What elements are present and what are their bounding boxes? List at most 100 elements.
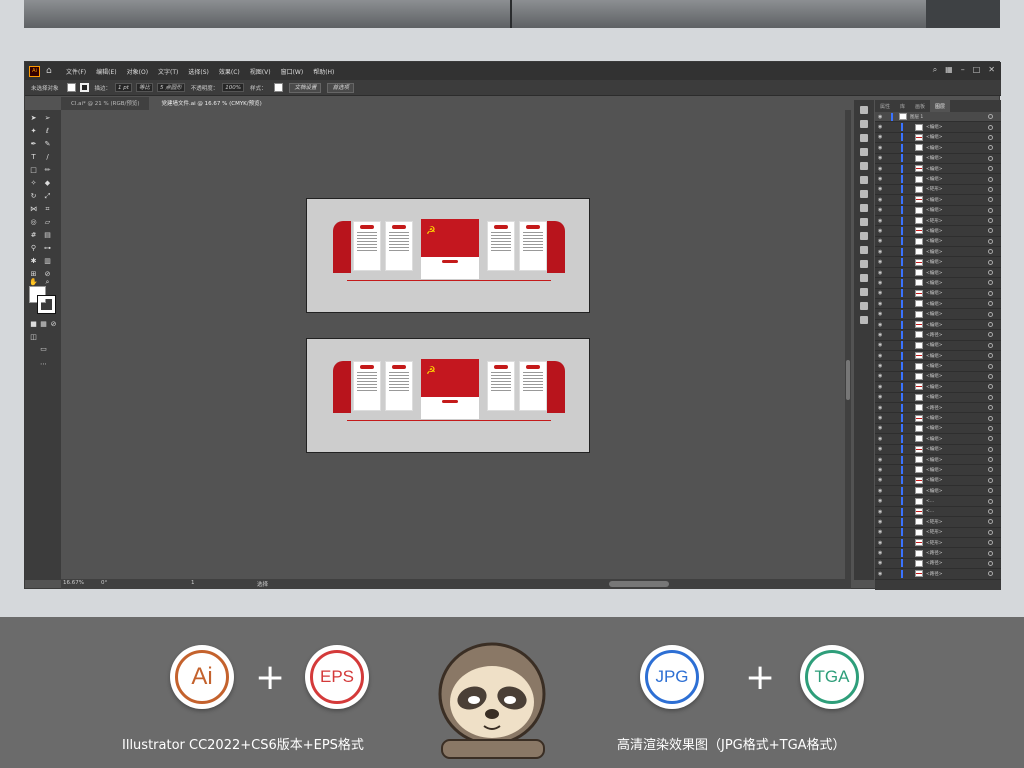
layer-name[interactable]: <编组> (926, 280, 988, 286)
screen-mode-icon[interactable]: ▭ (39, 345, 48, 354)
layer-row[interactable]: ◉ <编组> (875, 237, 1001, 248)
layer-row[interactable]: ◉ <编组> (875, 299, 1001, 310)
target-circle-icon[interactable] (988, 114, 993, 120)
target-circle-icon[interactable] (988, 436, 993, 442)
more-tools-icon[interactable]: ⋯ (39, 360, 48, 369)
visibility-eye-icon[interactable]: ◉ (878, 477, 885, 483)
artboard-1[interactable]: ☭ (306, 198, 590, 313)
visibility-eye-icon[interactable]: ◉ (878, 301, 885, 307)
gradient-panel-icon[interactable] (860, 204, 868, 212)
layer-name[interactable]: <编组> (926, 353, 988, 359)
layer-name[interactable]: <编组> (926, 467, 988, 473)
rectangle-tool-icon[interactable]: □ (29, 166, 38, 175)
line-tool-icon[interactable]: / (43, 153, 52, 162)
target-circle-icon[interactable] (988, 394, 993, 400)
width-tool-icon[interactable]: ⋈ (29, 205, 38, 214)
visibility-eye-icon[interactable]: ◉ (878, 405, 885, 411)
layer-row[interactable]: ◉ <编组> (875, 361, 1001, 372)
eraser-tool-icon[interactable]: ◆ (43, 179, 52, 188)
target-circle-icon[interactable] (988, 218, 993, 224)
layer-row[interactable]: ◉ <编组> (875, 372, 1001, 383)
layer-name[interactable]: <编组> (926, 322, 988, 328)
tab-libraries[interactable]: 库 (895, 100, 910, 112)
visibility-eye-icon[interactable]: ◉ (878, 249, 885, 255)
perspective-grid-icon[interactable]: ▱ (43, 218, 52, 227)
close-icon[interactable]: ✕ (988, 65, 995, 75)
target-circle-icon[interactable] (988, 425, 993, 431)
layer-row[interactable]: ◉ <路径> (875, 559, 1001, 570)
curvature-tool-icon[interactable]: ✎ (43, 140, 52, 149)
gradient-tool-icon[interactable]: ▤ (43, 231, 52, 240)
gradient-mode-icon[interactable]: ▦ (39, 320, 48, 329)
brush-select[interactable]: 5 点圆形 (156, 83, 185, 92)
visibility-eye-icon[interactable]: ◉ (878, 322, 885, 328)
direct-selection-tool-icon[interactable]: ➢ (43, 114, 52, 123)
visibility-eye-icon[interactable]: ◉ (878, 218, 885, 224)
target-circle-icon[interactable] (988, 363, 993, 369)
layer-name[interactable]: <路径> (926, 332, 988, 338)
pencil-tool-icon[interactable]: ✏ (43, 166, 52, 175)
zoom-field[interactable]: 16.67% (63, 580, 84, 586)
layer-name[interactable]: <矩形> (926, 186, 988, 192)
visibility-eye-icon[interactable]: ◉ (878, 207, 885, 213)
layer-name[interactable]: <编组> (926, 425, 988, 431)
layer-row[interactable]: ◉ <路径> (875, 569, 1001, 580)
menu-file[interactable]: 文件(F) (66, 67, 86, 76)
visibility-eye-icon[interactable]: ◉ (878, 467, 885, 473)
target-circle-icon[interactable] (988, 353, 993, 359)
layer-row[interactable]: ◉ <路径> (875, 403, 1001, 414)
comments-panel-icon[interactable] (860, 316, 868, 324)
brushes-panel-icon[interactable] (860, 162, 868, 170)
visibility-eye-icon[interactable]: ◉ (878, 238, 885, 244)
layer-name[interactable]: <... (926, 509, 988, 514)
layer-row[interactable]: ◉ <编组> (875, 413, 1001, 424)
visibility-eye-icon[interactable]: ◉ (878, 540, 885, 546)
visibility-eye-icon[interactable]: ◉ (878, 311, 885, 317)
layer-row[interactable]: ◉ <编组> (875, 122, 1001, 133)
layer-name[interactable]: <编组> (926, 238, 988, 244)
layer-row[interactable]: ◉ <编组> (875, 278, 1001, 289)
visibility-eye-icon[interactable]: ◉ (878, 290, 885, 296)
target-circle-icon[interactable] (988, 415, 993, 421)
visibility-eye-icon[interactable]: ◉ (878, 394, 885, 400)
visibility-eye-icon[interactable]: ◉ (878, 550, 885, 556)
target-circle-icon[interactable] (988, 311, 993, 317)
target-circle-icon[interactable] (988, 166, 993, 172)
layer-name[interactable]: <路径> (926, 405, 988, 411)
visibility-eye-icon[interactable]: ◉ (878, 259, 885, 265)
visibility-eye-icon[interactable]: ◉ (878, 332, 885, 338)
stroke-weight-field[interactable]: 1 pt (115, 83, 132, 92)
menu-effect[interactable]: 效果(C) (219, 67, 240, 76)
layer-row[interactable]: ◉ <编组> (875, 257, 1001, 268)
visibility-eye-icon[interactable]: ◉ (878, 114, 885, 120)
artboard-number-field[interactable]: 1 (191, 580, 195, 586)
visibility-eye-icon[interactable]: ◉ (878, 457, 885, 463)
color-mode-icon[interactable]: ■ (29, 320, 38, 329)
layer-name[interactable]: <编组> (926, 166, 988, 172)
eyedropper-icon[interactable]: ⚲ (29, 244, 38, 253)
layer-row[interactable]: ◉ <编组> (875, 320, 1001, 331)
layer-name[interactable]: <编组> (926, 394, 988, 400)
target-circle-icon[interactable] (988, 529, 993, 535)
target-circle-icon[interactable] (988, 550, 993, 556)
swatches-panel-icon[interactable] (860, 148, 868, 156)
fill-swatch[interactable] (66, 83, 76, 92)
visibility-eye-icon[interactable]: ◉ (878, 384, 885, 390)
menu-select[interactable]: 选择(S) (188, 67, 209, 76)
visibility-eye-icon[interactable]: ◉ (878, 373, 885, 379)
layer-row[interactable]: ◉ <编组> (875, 154, 1001, 164)
menu-type[interactable]: 文字(T) (158, 67, 178, 76)
visibility-eye-icon[interactable]: ◉ (878, 519, 885, 525)
visibility-eye-icon[interactable]: ◉ (878, 145, 885, 151)
layer-name[interactable]: <矩形> (926, 519, 988, 525)
target-circle-icon[interactable] (988, 176, 993, 182)
tab-properties[interactable]: 属性 (875, 100, 895, 112)
layer-name[interactable]: <矩形> (926, 218, 988, 224)
layer-name[interactable]: <编组> (926, 384, 988, 390)
layer-row[interactable]: ◉ <编组> (875, 206, 1001, 216)
layer-name[interactable]: <编组> (926, 457, 988, 463)
layer-name[interactable]: <编组> (926, 270, 988, 276)
layer-name[interactable]: <编组> (926, 259, 988, 265)
layer-row[interactable]: ◉ <... (875, 496, 1001, 507)
magic-wand-icon[interactable]: ✦ (29, 127, 38, 136)
